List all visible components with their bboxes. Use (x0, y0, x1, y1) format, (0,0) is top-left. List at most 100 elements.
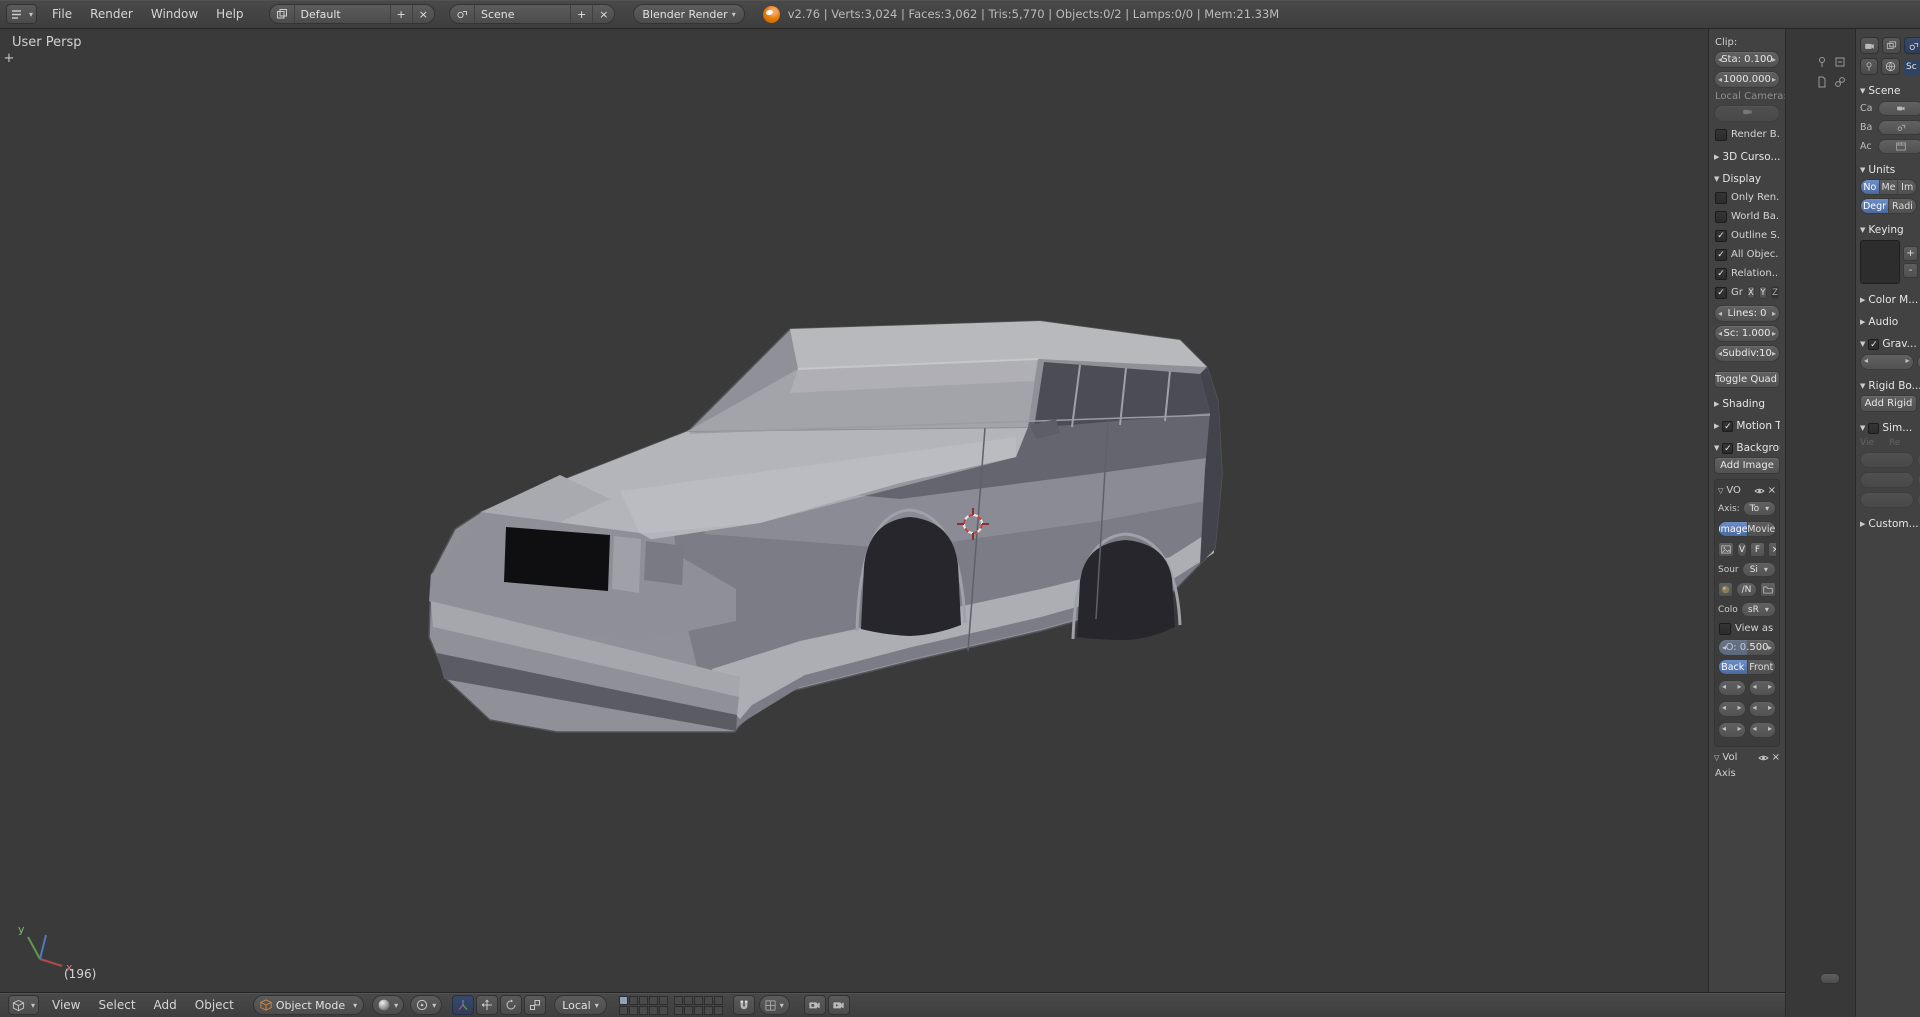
active-clip-field[interactable] (1878, 139, 1920, 154)
filepath-field[interactable]: /N (1736, 582, 1757, 597)
layer-20[interactable] (713, 1005, 723, 1015)
pin-id-icon[interactable] (1860, 58, 1878, 75)
bg-flip-y-field[interactable]: ◂ ▸ (1748, 722, 1776, 738)
simplify-subdivision-render[interactable] (1916, 452, 1920, 468)
bg-depth-front[interactable]: Front (1746, 660, 1775, 674)
toolshelf-expand-button[interactable]: + (2, 51, 16, 66)
panel-color-management[interactable]: ▶ Color M... (1860, 294, 1920, 306)
layer-13[interactable] (638, 1005, 648, 1015)
layer-7[interactable] (683, 995, 693, 1005)
simplify-particles-viewport[interactable] (1860, 472, 1914, 488)
panel-scene[interactable]: ▼ Scene (1860, 85, 1920, 97)
menu-select[interactable]: Select (90, 992, 145, 1017)
toggle-relationship-lines[interactable]: ✓ Relation... (1715, 267, 1779, 280)
bg-image-remove-button[interactable]: × (1768, 485, 1776, 496)
layer-8[interactable] (693, 995, 703, 1005)
layer-5[interactable] (658, 995, 668, 1005)
browse-image-icon[interactable] (1718, 542, 1734, 557)
rotate-manipulator-button[interactable] (500, 995, 523, 1015)
layer-4[interactable] (648, 995, 658, 1005)
bg-image-2-remove-button[interactable]: × (1772, 752, 1780, 763)
panel-motion-tracking[interactable]: ▶✓Motion Tr... (1714, 420, 1780, 432)
menu-view[interactable]: View (43, 992, 89, 1017)
properties-active-tab[interactable]: Sc (1903, 58, 1920, 75)
delete-scene-button[interactable]: × (592, 5, 614, 23)
menu-object[interactable]: Object (186, 992, 243, 1017)
menu-add[interactable]: Add (145, 992, 186, 1017)
view-as-render-toggle[interactable]: View as (1719, 622, 1775, 635)
collapsed-editor-strip[interactable] (1785, 29, 1855, 1017)
axis-z-toggle[interactable]: Z (1770, 286, 1779, 299)
clip-end-field[interactable]: ◂ 1000.000 ▸ (1714, 71, 1780, 88)
panel-audio[interactable]: ▶ Audio (1860, 316, 1920, 328)
panel-background-images[interactable]: ▼✓Backgrou... (1714, 442, 1780, 454)
fake-user-button[interactable]: F (1750, 542, 1765, 557)
scene-camera-field[interactable] (1878, 101, 1920, 116)
strip-header-button[interactable] (1820, 973, 1840, 984)
render-layers-tab-icon[interactable] (1882, 37, 1901, 54)
layer-16[interactable] (673, 1005, 683, 1015)
render-border-toggle[interactable]: Render B... (1715, 128, 1779, 141)
layer-18[interactable] (693, 1005, 703, 1015)
info-editor-type-button[interactable]: ▾ (6, 4, 38, 24)
open-folder-button[interactable] (1760, 582, 1776, 597)
grid-floor-checkbox[interactable]: ✓ (1715, 286, 1727, 299)
menu-file[interactable]: File (43, 1, 81, 27)
unit-metric[interactable]: Me (1878, 180, 1898, 194)
layer-14[interactable] (648, 1005, 658, 1015)
bg-offset-y-field[interactable]: ◂ ▸ (1748, 680, 1776, 696)
delete-screen-button[interactable]: × (411, 5, 434, 23)
toggle-quad-view-button[interactable]: Toggle Quad ... (1714, 371, 1780, 388)
viewport-shading-dropdown[interactable]: ▾ (372, 995, 405, 1015)
panel-custom-properties[interactable]: ▶ Custom... (1860, 518, 1920, 530)
layer-12[interactable] (628, 1005, 638, 1015)
strip-clip-icon[interactable] (1832, 55, 1847, 68)
scale-manipulator-button[interactable] (524, 995, 547, 1015)
menu-help[interactable]: Help (207, 1, 252, 27)
screen-layout-name[interactable]: Default (293, 5, 390, 23)
local-camera-field[interactable] (1714, 105, 1780, 122)
panel-keying[interactable]: ▼ Keying (1860, 224, 1920, 236)
simplify-ao-bounces[interactable] (1860, 492, 1914, 508)
pivot-point-dropdown[interactable]: ▾ (410, 995, 443, 1015)
layer-10[interactable] (713, 995, 723, 1005)
browse-scenes-icon[interactable] (450, 5, 474, 23)
view3d-editor-type-button[interactable]: ▾ (8, 995, 40, 1015)
layer-19[interactable] (703, 1005, 713, 1015)
toggle-world-background[interactable]: World Ba... (1715, 210, 1779, 223)
bg-flip-x-field[interactable]: ◂ ▸ (1718, 722, 1746, 738)
toggle-all-object-origins[interactable]: ✓All Objec... (1715, 248, 1779, 261)
bg-image-header[interactable]: ▽ VO × (1718, 485, 1776, 496)
simplify-shadow-samples[interactable] (1916, 492, 1920, 508)
layer-1[interactable] (618, 995, 628, 1005)
panel-display[interactable]: ▼ Display (1714, 173, 1780, 185)
layer-15[interactable] (658, 1005, 668, 1015)
rotation-degrees[interactable]: Degr (1861, 199, 1888, 213)
bg-image-2-header[interactable]: ▽ Vol × (1714, 752, 1780, 763)
translate-manipulator-button[interactable] (476, 995, 499, 1015)
grid-subdiv-field[interactable]: ◂ Subdiv:10 ▸ (1714, 345, 1780, 362)
grid-scale-field[interactable]: ◂ Sc: 1.000 ▸ (1714, 325, 1780, 342)
bg-opacity-slider[interactable]: ◂ O: 0.500 ▸ (1718, 639, 1776, 656)
transform-orientation-dropdown[interactable]: Local ▾ (554, 995, 607, 1015)
viewport-3d[interactable]: x y User Persp + (196) (0, 29, 1708, 992)
axis-y-toggle[interactable]: Y (1758, 286, 1767, 299)
gravity-y-field[interactable]: ◂▸ (1916, 354, 1920, 370)
snap-toggle-button[interactable] (732, 995, 755, 1015)
image-name-field[interactable]: V (1737, 542, 1747, 557)
panel-shading[interactable]: ▶ Shading (1714, 398, 1780, 410)
unit-imperial[interactable]: Im (1897, 180, 1916, 194)
unit-none[interactable]: No (1861, 180, 1879, 194)
axis-x-toggle[interactable]: X (1746, 286, 1755, 299)
layer-2[interactable] (628, 995, 638, 1005)
strip-link-icon[interactable] (1832, 75, 1847, 88)
strip-file-icon[interactable] (1814, 75, 1829, 88)
keying-sets-list[interactable] (1860, 240, 1900, 284)
layer-9[interactable] (703, 995, 713, 1005)
bg-offset-x-field[interactable]: ◂ ▸ (1718, 680, 1746, 696)
bg-rotation-field[interactable]: ◂ ▸ (1718, 701, 1746, 717)
opengl-render-anim-button[interactable] (827, 995, 850, 1015)
add-image-button[interactable]: Add Image (1714, 457, 1780, 474)
layer-17[interactable] (683, 1005, 693, 1015)
simplify-subdivision-viewport[interactable] (1860, 452, 1914, 468)
